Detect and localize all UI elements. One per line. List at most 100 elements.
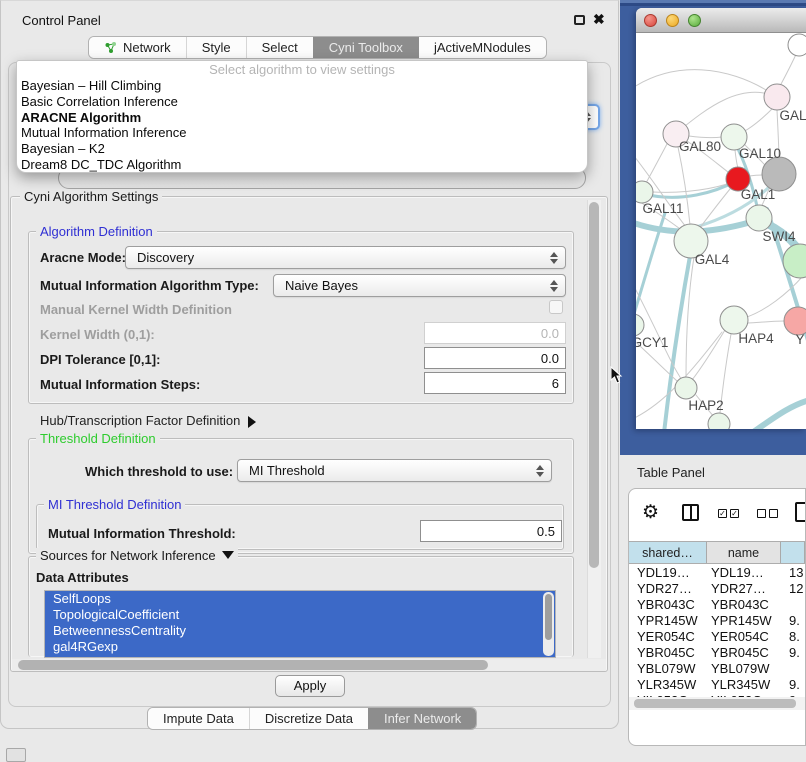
table-row[interactable]: YER054CYER054C8. [629,629,805,645]
table-row[interactable]: YDR27…YDR27…12 [629,581,805,597]
network-edge [646,144,667,183]
mi-threshold-field[interactable]: 0.5 [420,520,562,542]
data-attributes-label: Data Attributes [36,570,129,585]
table-row[interactable]: YBR045CYBR045C9. [629,645,805,661]
network-edge [699,189,730,229]
close-panel-icon[interactable]: ✖ [593,11,605,28]
algorithm-option-bayesian-hill-climbing[interactable]: Bayesian – Hill Climbing [17,78,587,94]
tab-discretize-data[interactable]: Discretize Data [249,708,368,729]
network-window-titlebar[interactable] [636,8,806,33]
tab-label: Style [202,40,231,55]
algorithm-option-dream8-dc-tdc-algorithm[interactable]: Dream8 DC_TDC Algorithm [17,157,587,173]
network-node[interactable] [788,34,806,56]
control-panel-title: Control Panel [22,13,101,28]
tab-impute-data[interactable]: Impute Data [148,708,249,729]
which-threshold-select[interactable]: MI Threshold [237,459,552,482]
manual-kernel-label: Manual Kernel Width Definition [40,302,232,317]
attribute-item-gal4rgexp[interactable]: gal4RGexp [45,639,555,655]
stepper-arrows-icon [536,461,544,481]
node-label-swi4: SWI4 [762,229,795,244]
network-node-gal[interactable] [764,84,790,110]
table-row[interactable]: YBR043CYBR043C [629,597,805,613]
float-window-icon[interactable] [574,15,585,25]
network-node-hap2[interactable] [675,377,697,399]
network-canvas[interactable]: GALGAL80GAL10GAL1GAL11GAL4SWI4YHAP4GCY1H… [636,33,806,429]
table-horizontal-scrollbar[interactable] [629,697,805,710]
table-cell: YDL19… [629,565,707,581]
table-row[interactable]: YPR145WYPR145W9. [629,613,805,629]
network-node[interactable] [708,413,730,429]
tab-infer-network[interactable]: Infer Network [368,708,476,729]
table-row[interactable]: YDL19…YDL19…13 [629,565,805,581]
aracne-mode-value: Discovery [137,250,194,265]
algorithm-option-aracne-algorithm[interactable]: ARACNE Algorithm [17,110,587,126]
table-panel-title: Table Panel [637,465,705,480]
deselect-all-checkboxes-icon[interactable] [757,509,778,518]
tab-style[interactable]: Style [186,37,246,58]
network-node-gcy1[interactable] [636,314,644,336]
mi-algorithm-type-select[interactable]: Naive Bayes [273,274,566,297]
close-traffic-light[interactable] [644,14,657,27]
algorithm-option-basic-correlation-inference[interactable]: Basic Correlation Inference [17,94,587,110]
node-label-hap4: HAP4 [738,331,774,346]
table-cell: YPR145W [629,613,707,629]
tab-cyni-toolbox[interactable]: Cyni Toolbox [313,37,418,58]
network-edge [748,321,784,323]
network-edge [644,181,736,197]
table-rows[interactable]: YDL19…YDL19…13YDR27…YDR27…12YBR043CYBR04… [629,565,805,709]
algorithm-option-bayesian-k2[interactable]: Bayesian – K2 [17,141,587,157]
stepper-arrows-icon [550,276,558,296]
network-node-y[interactable] [784,307,806,335]
column-header-name[interactable]: name [707,542,781,563]
mi-threshold-definition-legend: MI Threshold Definition [44,497,185,512]
node-label-gal80: GAL80 [679,139,721,154]
attribute-item-selfloops[interactable]: SelfLoops [45,591,555,607]
table-hscroll-thumb[interactable] [634,699,796,708]
network-edge [689,136,722,138]
data-attributes-list[interactable]: SelfLoopsTopologicalCoefficientBetweenne… [44,590,556,658]
manual-kernel-checkbox[interactable] [549,300,563,314]
dpi-tolerance-field[interactable]: 0.0 [424,347,566,369]
split-columns-icon[interactable] [682,504,699,521]
minimize-traffic-light[interactable] [666,14,679,27]
table-row[interactable]: YLR345WYLR345W9. [629,677,805,693]
document-icon[interactable] [795,502,806,522]
settings-vscroll-thumb[interactable] [589,202,599,568]
bottom-corner-icon[interactable] [6,748,26,762]
network-node-hap4[interactable] [720,306,748,334]
cyni-algorithm-settings-legend: Cyni Algorithm Settings [20,189,162,204]
expanded-arrow-icon [222,551,234,565]
zoom-traffic-light[interactable] [688,14,701,27]
column-header-3[interactable] [781,542,805,563]
tab-select[interactable]: Select [246,37,313,58]
tab-network[interactable]: Network [89,37,186,58]
table-cell [781,661,805,677]
table-cell: 9. [781,677,805,693]
column-header-shared[interactable]: shared… [629,542,707,563]
table-cell: 8. [781,629,805,645]
network-node[interactable] [762,157,796,191]
mi-steps-field[interactable]: 6 [424,372,566,394]
settings-hscroll-thumb[interactable] [18,660,488,670]
table-row[interactable]: YBL079WYBL079W [629,661,805,677]
apply-button[interactable]: Apply [275,675,345,697]
aracne-mode-select[interactable]: Discovery [125,246,566,269]
table-header-row[interactable]: shared…name [629,541,805,564]
table-panel-window: ⚙ ✓✓ shared…name YDL19…YDL19…13YDR27…YDR… [628,488,806,746]
table-cell: 12 [781,581,805,597]
sources-legend[interactable]: Sources for Network Inference [36,548,238,565]
gear-icon[interactable]: ⚙ [642,501,659,524]
algorithm-option-mutual-information-inference[interactable]: Mutual Information Inference [17,125,587,141]
network-node-gal11[interactable] [636,181,653,203]
kernel-width-field[interactable]: 0.0 [424,322,566,344]
attributes-scroll-thumb[interactable] [545,594,552,640]
mi-algorithm-type-label: Mutual Information Algorithm Type: [40,278,259,293]
network-node-swi4[interactable] [746,205,772,231]
attribute-item-topologicalcoefficient[interactable]: TopologicalCoefficient [45,607,555,623]
control-panel-tabbar: Network Style SelectCyni ToolboxjActiveMNo… [88,36,547,59]
which-threshold-value: MI Threshold [249,463,325,478]
tab-jactivemnodules[interactable]: jActiveMNodules [418,37,546,58]
attribute-item-betweennesscentrality[interactable]: BetweennessCentrality [45,623,555,639]
select-all-checkboxes-icon[interactable]: ✓✓ [718,509,739,518]
hub-definition-toggle[interactable]: Hub/Transcription Factor Definition [40,413,262,428]
